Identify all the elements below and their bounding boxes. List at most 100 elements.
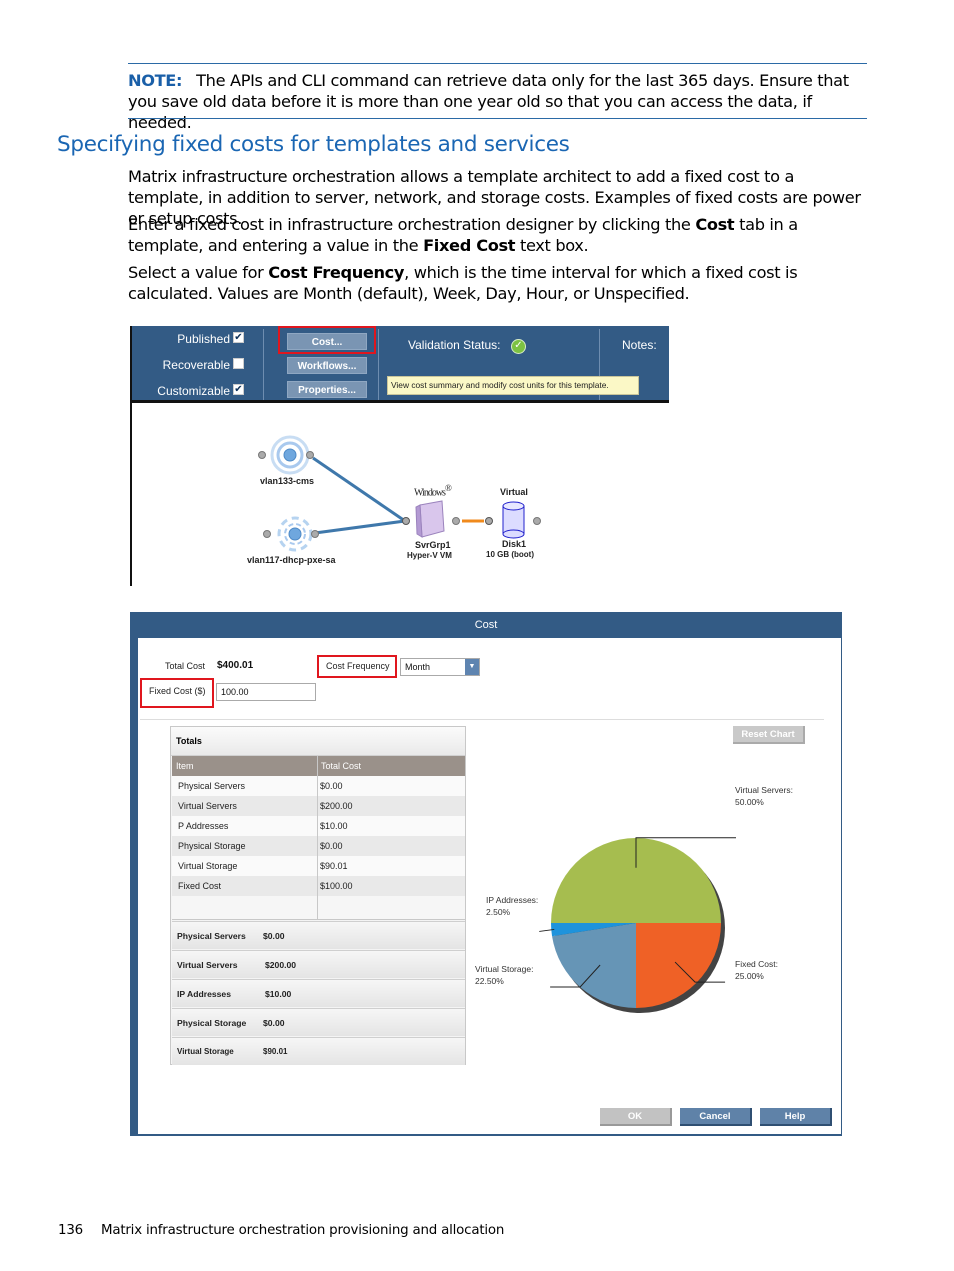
- slice-percent: 50.00%: [735, 797, 764, 807]
- fixed-cost-input[interactable]: 100.00: [216, 683, 316, 701]
- table-row[interactable]: P Addresses $10.00: [172, 816, 465, 836]
- summary-item: Virtual Storage: [177, 1047, 234, 1056]
- disk-icon[interactable]: [502, 501, 525, 539]
- row-cost: $0.00: [320, 781, 343, 791]
- note-label: NOTE:: [128, 71, 183, 90]
- pie-label-virtual-servers: Virtual Servers: 50.00%: [735, 784, 793, 808]
- windows-brand: Windows: [414, 487, 446, 499]
- customizable-label: Customizable: [157, 384, 230, 398]
- page-footer: 136 Matrix infrastructure orchestration p…: [58, 1223, 504, 1238]
- port-icon[interactable]: [533, 517, 541, 525]
- port-icon[interactable]: [402, 517, 410, 525]
- slice-percent: 25.00%: [735, 971, 764, 981]
- row-cost: $0.00: [320, 841, 343, 851]
- summary-item: Virtual Servers: [177, 960, 238, 970]
- note-bottom-rule: [128, 118, 867, 119]
- connection-line: [312, 456, 406, 523]
- server-name: SvrGrp1: [415, 540, 451, 550]
- row-item: Physical Servers: [178, 781, 246, 791]
- toolbar-separator: [263, 329, 264, 400]
- vlan133-label: vlan133-cms: [260, 476, 315, 486]
- table-row[interactable]: Virtual Servers $200.00: [172, 796, 465, 816]
- summary-row[interactable]: IP Addresses $10.00: [172, 979, 465, 1007]
- row-cost: $200.00: [320, 801, 353, 811]
- note: NOTE: The APIs and CLI command can retrie…: [128, 70, 873, 133]
- port-icon[interactable]: [263, 530, 271, 538]
- windows-logo: Windows®: [414, 483, 452, 499]
- summary-row[interactable]: Physical Servers $0.00: [172, 921, 465, 949]
- column-header-total-cost[interactable]: Total Cost: [321, 756, 361, 776]
- cost-dialog: Cost Total Cost $400.01 Cost Frequency M…: [130, 612, 842, 1136]
- total-cost-value: $400.01: [217, 660, 254, 671]
- p3-text: Select a value for: [128, 263, 269, 282]
- port-icon[interactable]: [258, 451, 266, 459]
- p2-bold-fixed-cost: Fixed Cost: [423, 236, 516, 255]
- disk-header: Virtual: [500, 487, 528, 497]
- slice-percent: 22.50%: [475, 976, 504, 986]
- network-icon[interactable]: [270, 435, 310, 475]
- table-row[interactable]: Fixed Cost $100.00: [172, 876, 465, 896]
- disk-size: 10 GB (boot): [486, 550, 534, 559]
- port-icon[interactable]: [485, 517, 493, 525]
- section-title: Specifying fixed costs for templates and…: [57, 132, 570, 157]
- summary-cost: $200.00: [265, 960, 297, 970]
- summary-cost: $90.01: [263, 1047, 288, 1056]
- published-label: Published: [177, 332, 230, 346]
- workflows-button[interactable]: Workflows...: [287, 357, 367, 374]
- recoverable-label: Recoverable: [162, 358, 230, 372]
- port-icon[interactable]: [306, 451, 314, 459]
- network-icon[interactable]: [277, 516, 313, 552]
- help-button[interactable]: Help: [760, 1108, 832, 1126]
- row-cost: $10.00: [320, 821, 348, 831]
- cost-pie-chart: [539, 837, 736, 1013]
- row-item: Fixed Cost: [178, 881, 222, 891]
- slice-label: IP Addresses:: [486, 895, 539, 905]
- designer-screenshot: Published Recoverable Customizable ✔ ✔ C…: [130, 326, 669, 586]
- slice-label: Virtual Servers:: [735, 785, 793, 795]
- cost-frequency-value: Month: [405, 662, 431, 672]
- slice-label: Fixed Cost:: [735, 959, 778, 969]
- dialog-body: Total Cost $400.01 Cost Frequency Month …: [138, 638, 841, 1134]
- recoverable-checkbox[interactable]: [233, 358, 244, 369]
- row-item: Virtual Storage: [178, 861, 238, 871]
- designer-toolbar: Published Recoverable Customizable ✔ ✔ C…: [130, 326, 669, 403]
- totals-header: Totals: [171, 727, 465, 756]
- summary-cost: $0.00: [263, 931, 285, 941]
- cost-frequency-select[interactable]: Month ▼: [400, 658, 480, 676]
- column-divider: [317, 756, 318, 920]
- port-icon[interactable]: [311, 530, 319, 538]
- chevron-down-icon[interactable]: ▼: [465, 659, 479, 675]
- toolbar-separator: [378, 329, 379, 400]
- published-checkbox[interactable]: ✔: [233, 332, 244, 343]
- summary-item: Physical Storage: [177, 1018, 247, 1028]
- cost-frequency-highlight: [317, 655, 397, 678]
- p2-text-end: text box.: [515, 236, 589, 255]
- summary-row[interactable]: Virtual Storage $90.01: [172, 1037, 465, 1065]
- customizable-checkbox[interactable]: ✔: [233, 384, 244, 395]
- summary-row[interactable]: Physical Storage $0.00: [172, 1008, 465, 1036]
- column-header-item[interactable]: Item: [176, 756, 194, 776]
- table-row[interactable]: Physical Servers $0.00: [172, 776, 465, 796]
- port-icon[interactable]: [452, 517, 460, 525]
- totals-panel: Totals Item Total Cost Physical Servers $…: [170, 726, 466, 1065]
- p3-bold-cost-frequency: Cost Frequency: [268, 263, 405, 282]
- table-row[interactable]: Virtual Storage $90.01: [172, 856, 465, 876]
- reset-chart-button[interactable]: Reset Chart: [733, 726, 805, 744]
- pie-label-ip-addresses: IP Addresses: 2.50%: [486, 894, 538, 918]
- properties-button[interactable]: Properties...: [287, 381, 367, 398]
- summary-cost: $10.00: [265, 989, 292, 999]
- row-item: P Addresses: [178, 821, 229, 831]
- table-row[interactable]: Physical Storage $0.00: [172, 836, 465, 856]
- fixed-cost-highlight: [140, 678, 214, 708]
- pie-slice-virtual-storage[interactable]: [552, 923, 636, 1008]
- summary-row[interactable]: Virtual Servers $200.00: [172, 950, 465, 978]
- cancel-button[interactable]: Cancel: [680, 1108, 752, 1126]
- slice-percent: 2.50%: [486, 907, 511, 917]
- designer-canvas: vlan133-cms vlan117-dhcp-pxe-sa Windows®…: [130, 403, 669, 586]
- summary-cost: $0.00: [263, 1018, 285, 1028]
- ok-button[interactable]: OK: [600, 1108, 672, 1126]
- notes-label: Notes:: [622, 338, 657, 352]
- chapter-title: Matrix infrastructure orchestration prov…: [100, 1223, 505, 1238]
- server-icon[interactable]: [415, 500, 445, 538]
- row-cost: $100.00: [320, 881, 353, 891]
